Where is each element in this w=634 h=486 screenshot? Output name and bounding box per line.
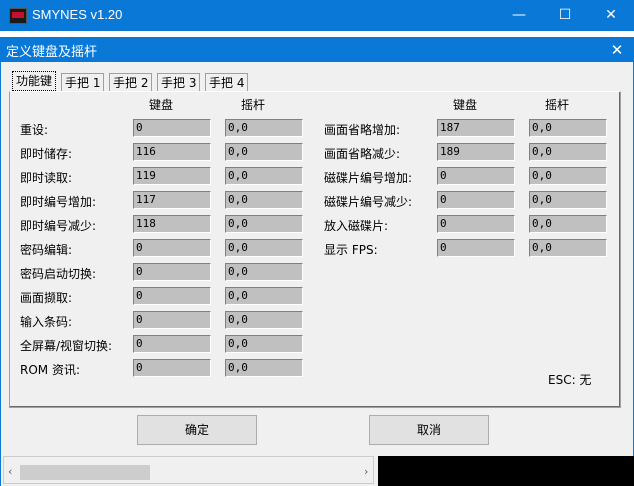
header-keyboard-left: 键盘 (149, 98, 174, 112)
dialog-title: 定义键盘及摇杆 (6, 45, 98, 60)
close-button[interactable]: ✕ (588, 0, 634, 31)
field-rom-info-keyboard[interactable]: 0 (133, 359, 211, 377)
field-cheat-toggle-keyboard[interactable]: 0 (133, 263, 211, 281)
field-insert-disk-keyboard[interactable]: 0 (437, 215, 515, 233)
field-slot-decrease-keyboard[interactable]: 118 (133, 215, 211, 233)
field-barcode-joystick[interactable]: 0,0 (225, 311, 303, 329)
maximize-button[interactable]: ☐ (542, 0, 588, 31)
scroll-left-arrow-icon[interactable]: ‹ (8, 465, 12, 478)
label-disk-decrease: 磁碟片编号减少: (324, 195, 413, 209)
label-show-fps: 显示 FPS: (324, 243, 378, 257)
header-joystick-right: 摇杆 (545, 98, 570, 112)
esc-note: ESC: 无 (548, 373, 592, 387)
tab-controller-1[interactable]: 手把 1 (61, 73, 105, 91)
field-barcode-keyboard[interactable]: 0 (133, 311, 211, 329)
label-frameskip-decrease: 画面省略减少: (324, 147, 401, 161)
field-slot-increase-keyboard[interactable]: 117 (133, 191, 211, 209)
field-screenshot-keyboard[interactable]: 0 (133, 287, 211, 305)
minimize-button[interactable]: — (496, 0, 542, 31)
field-quick-load-joystick[interactable]: 0,0 (225, 167, 303, 185)
field-insert-disk-joystick[interactable]: 0,0 (529, 215, 607, 233)
field-quick-save-joystick[interactable]: 0,0 (225, 143, 303, 161)
field-disk-decrease-keyboard[interactable]: 0 (437, 191, 515, 209)
field-disk-decrease-joystick[interactable]: 0,0 (529, 191, 607, 209)
header-joystick-left: 摇杆 (241, 98, 266, 112)
label-quick-load: 即时读取: (20, 171, 73, 185)
dialog-close-button[interactable]: ✕ (606, 40, 628, 60)
ok-button[interactable]: 确定 (137, 415, 257, 445)
field-disk-increase-joystick[interactable]: 0,0 (529, 167, 607, 185)
label-rom-info: ROM 资讯: (20, 363, 80, 377)
field-slot-decrease-joystick[interactable]: 0,0 (225, 215, 303, 233)
field-reset-keyboard[interactable]: 0 (133, 119, 211, 137)
label-screenshot: 画面撷取: (20, 291, 73, 305)
field-fullscreen-toggle-joystick[interactable]: 0,0 (225, 335, 303, 353)
label-cheat-edit: 密码编辑: (20, 243, 73, 257)
field-cheat-edit-keyboard[interactable]: 0 (133, 239, 211, 257)
label-frameskip-increase: 画面省略增加: (324, 123, 401, 137)
field-quick-save-keyboard[interactable]: 116 (133, 143, 211, 161)
field-show-fps-keyboard[interactable]: 0 (437, 239, 515, 257)
label-quick-save: 即时储存: (20, 147, 73, 161)
display-area (378, 456, 634, 486)
field-rom-info-joystick[interactable]: 0,0 (225, 359, 303, 377)
label-slot-increase: 即时编号增加: (20, 195, 97, 209)
field-screenshot-joystick[interactable]: 0,0 (225, 287, 303, 305)
field-quick-load-keyboard[interactable]: 119 (133, 167, 211, 185)
scroll-right-arrow-icon[interactable]: › (364, 465, 368, 478)
field-frameskip-decrease-keyboard[interactable]: 189 (437, 143, 515, 161)
app-logo-icon (9, 8, 27, 24)
tab-controller-4[interactable]: 手把 4 (205, 73, 249, 91)
label-fullscreen-toggle: 全屏幕/视窗切换: (20, 339, 113, 353)
header-keyboard-right: 键盘 (453, 98, 478, 112)
app-title: SMYNES v1.20 (32, 7, 123, 22)
scrollbar-thumb[interactable] (20, 465, 150, 480)
field-cheat-toggle-joystick[interactable]: 0,0 (225, 263, 303, 281)
label-insert-disk: 放入磁碟片: (324, 219, 389, 233)
field-disk-increase-keyboard[interactable]: 0 (437, 167, 515, 185)
field-frameskip-increase-keyboard[interactable]: 187 (437, 119, 515, 137)
cancel-button[interactable]: 取消 (369, 415, 489, 445)
field-reset-joystick[interactable]: 0,0 (225, 119, 303, 137)
field-frameskip-increase-joystick[interactable]: 0,0 (529, 119, 607, 137)
field-frameskip-decrease-joystick[interactable]: 0,0 (529, 143, 607, 161)
field-slot-increase-joystick[interactable]: 0,0 (225, 191, 303, 209)
field-cheat-edit-joystick[interactable]: 0,0 (225, 239, 303, 257)
field-show-fps-joystick[interactable]: 0,0 (529, 239, 607, 257)
label-cheat-toggle: 密码启动切换: (20, 267, 97, 281)
tab-controller-3[interactable]: 手把 3 (157, 73, 201, 91)
field-fullscreen-toggle-keyboard[interactable]: 0 (133, 335, 211, 353)
label-slot-decrease: 即时编号减少: (20, 219, 97, 233)
label-reset: 重设: (20, 123, 49, 137)
tab-controller-2[interactable]: 手把 2 (109, 73, 153, 91)
tab-function-keys[interactable]: 功能键 (12, 71, 57, 91)
label-disk-increase: 磁碟片编号增加: (324, 171, 413, 185)
label-barcode: 输入条码: (20, 315, 73, 329)
